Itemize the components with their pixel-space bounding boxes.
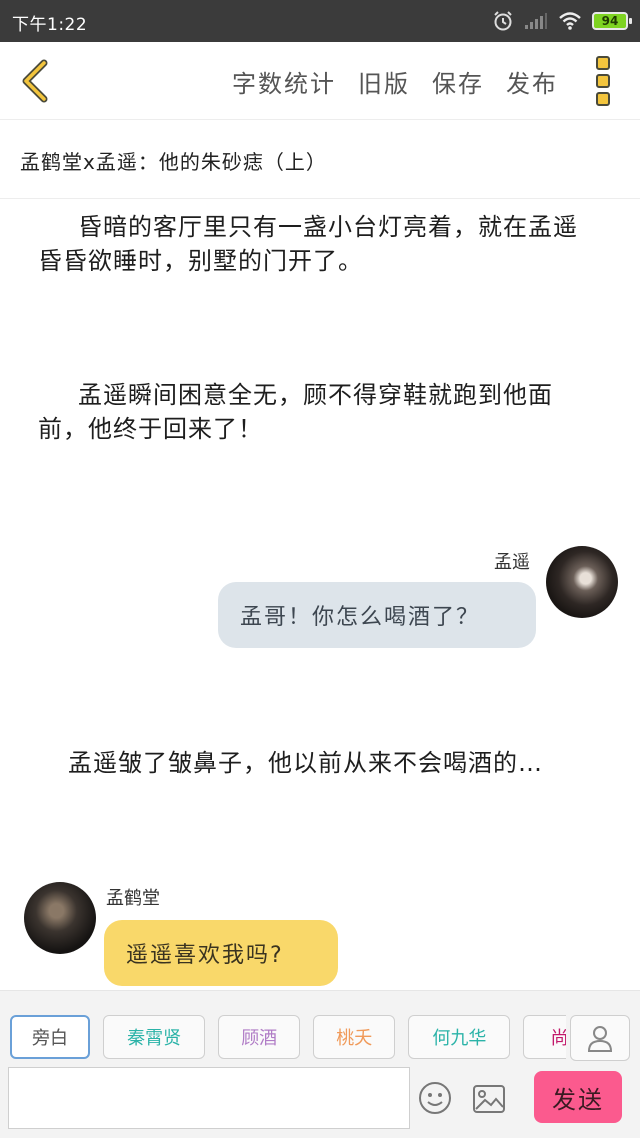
character-tab[interactable]: 何九华 — [408, 1015, 511, 1059]
composer-bar: 旁白 秦霄贤 顾酒 桃夭 何九华 尚九 发送 — [0, 990, 640, 1138]
message-input[interactable] — [8, 1067, 410, 1129]
status-bar: 下午1:22 94 — [0, 0, 640, 42]
back-button[interactable] — [14, 58, 54, 104]
dialogue-bubble[interactable]: 遥遥喜欢我吗? — [104, 920, 338, 986]
word-count-button[interactable]: 字数统计 — [232, 64, 336, 99]
status-icons: 94 — [492, 9, 632, 33]
save-button[interactable]: 保存 — [432, 64, 484, 99]
narration-text: 孟遥瞬间困意全无，顾不得穿鞋就跑到他面前，他终于回来了！ — [38, 381, 553, 443]
character-tab[interactable]: 桃夭 — [313, 1015, 396, 1059]
more-vertical-icon[interactable] — [596, 56, 614, 110]
toolbar-actions: 字数统计 旧版 保存 发布 — [232, 64, 558, 99]
character-tabs: 旁白 秦霄贤 顾酒 桃夭 何九华 尚九 — [10, 1015, 566, 1061]
user-select-button[interactable] — [570, 1015, 630, 1061]
smiley-icon[interactable] — [418, 1081, 452, 1115]
alarm-icon — [492, 10, 514, 32]
publish-button[interactable]: 发布 — [506, 64, 558, 99]
character-tab[interactable]: 顾酒 — [218, 1015, 301, 1059]
speaker-name: 孟遥 — [494, 552, 530, 573]
wifi-icon — [558, 11, 582, 31]
character-tab[interactable]: 尚九 — [523, 1015, 566, 1059]
old-version-button[interactable]: 旧版 — [358, 64, 410, 99]
send-button[interactable]: 发送 — [534, 1071, 622, 1123]
chevron-left-icon — [22, 59, 48, 103]
character-tab[interactable]: 秦霄贤 — [103, 1015, 206, 1059]
signal-icon — [524, 12, 548, 30]
story-title: 孟鹤堂x孟遥：他的朱砂痣（上） — [20, 150, 327, 174]
character-tab[interactable]: 旁白 — [10, 1015, 90, 1059]
top-toolbar: 字数统计 旧版 保存 发布 — [0, 42, 640, 120]
speaker-name: 孟鹤堂 — [106, 888, 160, 909]
image-icon[interactable] — [472, 1083, 506, 1115]
battery-icon: 94 — [592, 12, 632, 30]
user-icon — [587, 1026, 613, 1052]
avatar — [24, 882, 96, 954]
dialogue-bubble[interactable]: 孟哥！你怎么喝酒了？ — [218, 582, 536, 648]
status-time: 下午1:22 — [12, 15, 88, 35]
narration-text: 孟遥皱了皱鼻子，他以前从来不会喝酒的… — [68, 749, 543, 777]
avatar — [546, 546, 618, 618]
divider — [0, 198, 640, 199]
narration-text: 昏暗的客厅里只有一盏小台灯亮着，就在孟遥昏昏欲睡时，别墅的门开了。 — [38, 213, 578, 275]
